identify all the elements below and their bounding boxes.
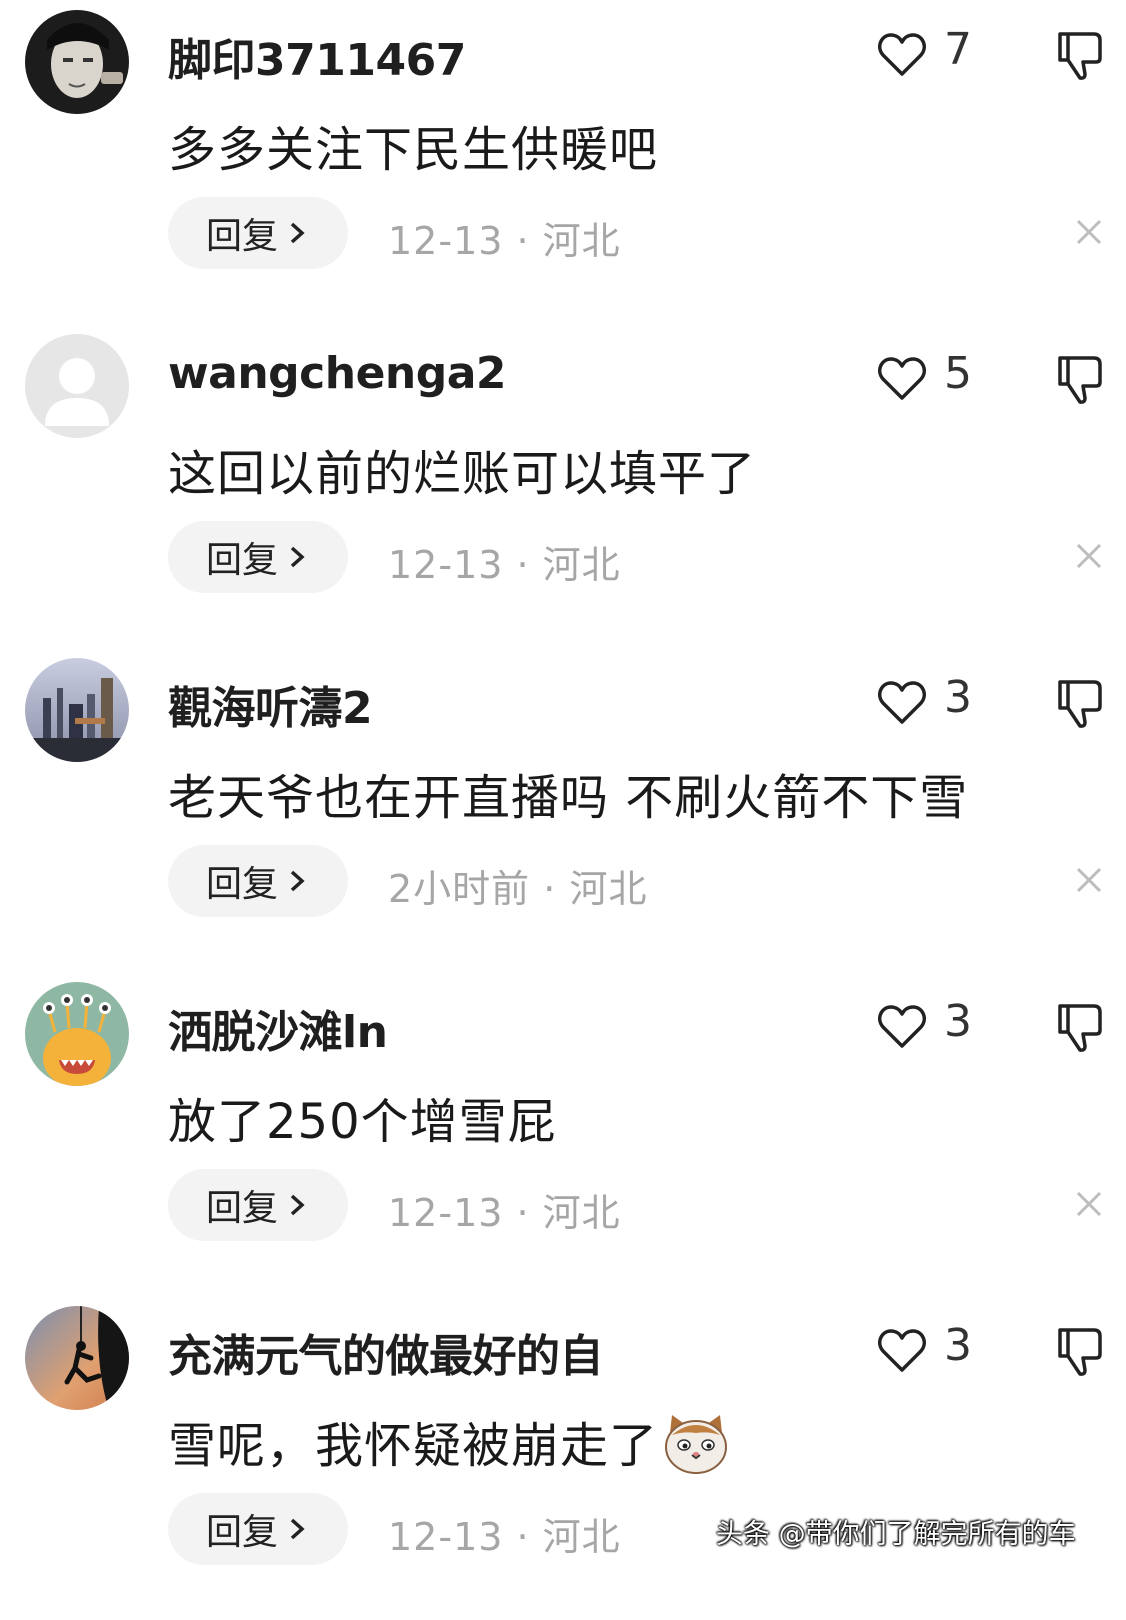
avatar-climber-icon (25, 1306, 129, 1410)
comment-item: 脚印3711467 7 多多关注下民生供暖吧 回复 12-13 · 河北 (0, 0, 1126, 324)
heart-icon[interactable] (877, 680, 927, 726)
reply-label: 回复 (205, 216, 278, 257)
comment-meta: 12-13 · 河北 (388, 1182, 621, 1237)
chevron-right-icon (290, 546, 305, 568)
avatar-monster-icon (25, 982, 129, 1086)
comment-date: 12-13 (388, 219, 504, 263)
reply-label: 回复 (205, 864, 278, 905)
username[interactable]: 充满元气的做最好的自 (168, 1320, 604, 1384)
reply-button[interactable]: 回复 (168, 1169, 348, 1241)
reply-label: 回复 (205, 540, 278, 581)
comment-meta: 2小时前 · 河北 (388, 858, 647, 913)
meta-separator: · (503, 543, 543, 587)
meta-separator: · (503, 1191, 543, 1235)
thumbs-down-icon[interactable] (1056, 1326, 1104, 1378)
comment-text-body: 雪呢，我怀疑被崩走了 (168, 1418, 659, 1474)
heart-icon[interactable] (877, 32, 927, 78)
reply-label: 回复 (205, 1512, 278, 1553)
close-icon[interactable] (1075, 866, 1103, 894)
username[interactable]: 洒脱沙滩ln (168, 996, 388, 1060)
comment-location: 河北 (542, 543, 621, 587)
heart-icon[interactable] (877, 1004, 927, 1050)
avatar[interactable] (25, 658, 129, 762)
comment-meta: 12-13 · 河北 (388, 1506, 621, 1561)
reply-label: 回复 (205, 1188, 278, 1229)
like-count: 3 (944, 996, 972, 1047)
close-icon[interactable] (1075, 1190, 1103, 1218)
avatar[interactable] (25, 10, 129, 114)
comment-location: 河北 (569, 867, 648, 911)
comment-location: 河北 (542, 1191, 621, 1235)
chevron-right-icon (290, 222, 305, 244)
comment-text: 多多关注下民生供暖吧 (168, 122, 659, 178)
thumbs-down-icon[interactable] (1056, 30, 1104, 82)
like-count: 3 (944, 1320, 972, 1371)
thumbs-down-icon[interactable] (1056, 678, 1104, 730)
meta-separator: · (530, 867, 570, 911)
comment-item: 洒脱沙滩ln 3 放了250个增雪屁 回复 12-13 · 河北 (0, 972, 1126, 1296)
chevron-right-icon (290, 1518, 305, 1540)
username[interactable]: 觀海听濤2 (168, 672, 373, 736)
close-icon[interactable] (1075, 542, 1103, 570)
comment-date: 2小时前 (388, 867, 531, 911)
avatar[interactable] (25, 1306, 129, 1410)
thumbs-down-icon[interactable] (1056, 1002, 1104, 1054)
avatar[interactable] (25, 334, 129, 438)
thumbs-down-icon[interactable] (1056, 354, 1104, 406)
comment-text: 雪呢，我怀疑被崩走了 (168, 1406, 730, 1476)
avatar[interactable] (25, 982, 129, 1086)
chevron-right-icon (290, 870, 305, 892)
close-icon[interactable] (1075, 218, 1103, 246)
like-count: 5 (944, 348, 972, 399)
avatar-default-icon (25, 334, 129, 438)
heart-icon[interactable] (877, 356, 927, 402)
meta-separator: · (503, 219, 543, 263)
comment-text: 放了250个增雪屁 (168, 1094, 557, 1150)
like-count: 3 (944, 672, 972, 723)
reply-button[interactable]: 回复 (168, 1493, 348, 1565)
watermark: 头条 @带你们了解完所有的车 (716, 1519, 1076, 1550)
comment-text: 这回以前的烂账可以填平了 (168, 446, 757, 502)
comment-date: 12-13 (388, 1515, 504, 1559)
reply-button[interactable]: 回复 (168, 197, 348, 269)
comment-meta: 12-13 · 河北 (388, 534, 621, 589)
username[interactable]: 脚印3711467 (168, 24, 466, 88)
comment-location: 河北 (542, 219, 621, 263)
avatar-portrait-icon (25, 10, 129, 114)
like-count: 7 (944, 24, 972, 75)
comment-meta: 12-13 · 河北 (388, 210, 621, 265)
username[interactable]: wangchenga2 (168, 348, 507, 399)
comment-date: 12-13 (388, 543, 504, 587)
comment-item: 觀海听濤2 3 老天爷也在开直播吗 不刷火箭不下雪 回复 2小时前 · 河北 (0, 648, 1126, 972)
comment-text: 老天爷也在开直播吗 不刷火箭不下雪 (168, 770, 969, 826)
reply-button[interactable]: 回复 (168, 521, 348, 593)
chevron-right-icon (290, 1194, 305, 1216)
heart-icon[interactable] (877, 1328, 927, 1374)
comment-item: 充满元气的做最好的自 3 雪呢，我怀疑被崩走了 回复 12-13 · 河北 (0, 1296, 1126, 1620)
cat-emoji-icon (665, 1415, 728, 1474)
avatar-city-icon (25, 658, 129, 762)
comment-item: wangchenga2 5 这回以前的烂账可以填平了 回复 12-13 · 河北 (0, 324, 1126, 648)
reply-button[interactable]: 回复 (168, 845, 348, 917)
comment-date: 12-13 (388, 1191, 504, 1235)
meta-separator: · (503, 1515, 543, 1559)
comment-location: 河北 (542, 1515, 621, 1559)
